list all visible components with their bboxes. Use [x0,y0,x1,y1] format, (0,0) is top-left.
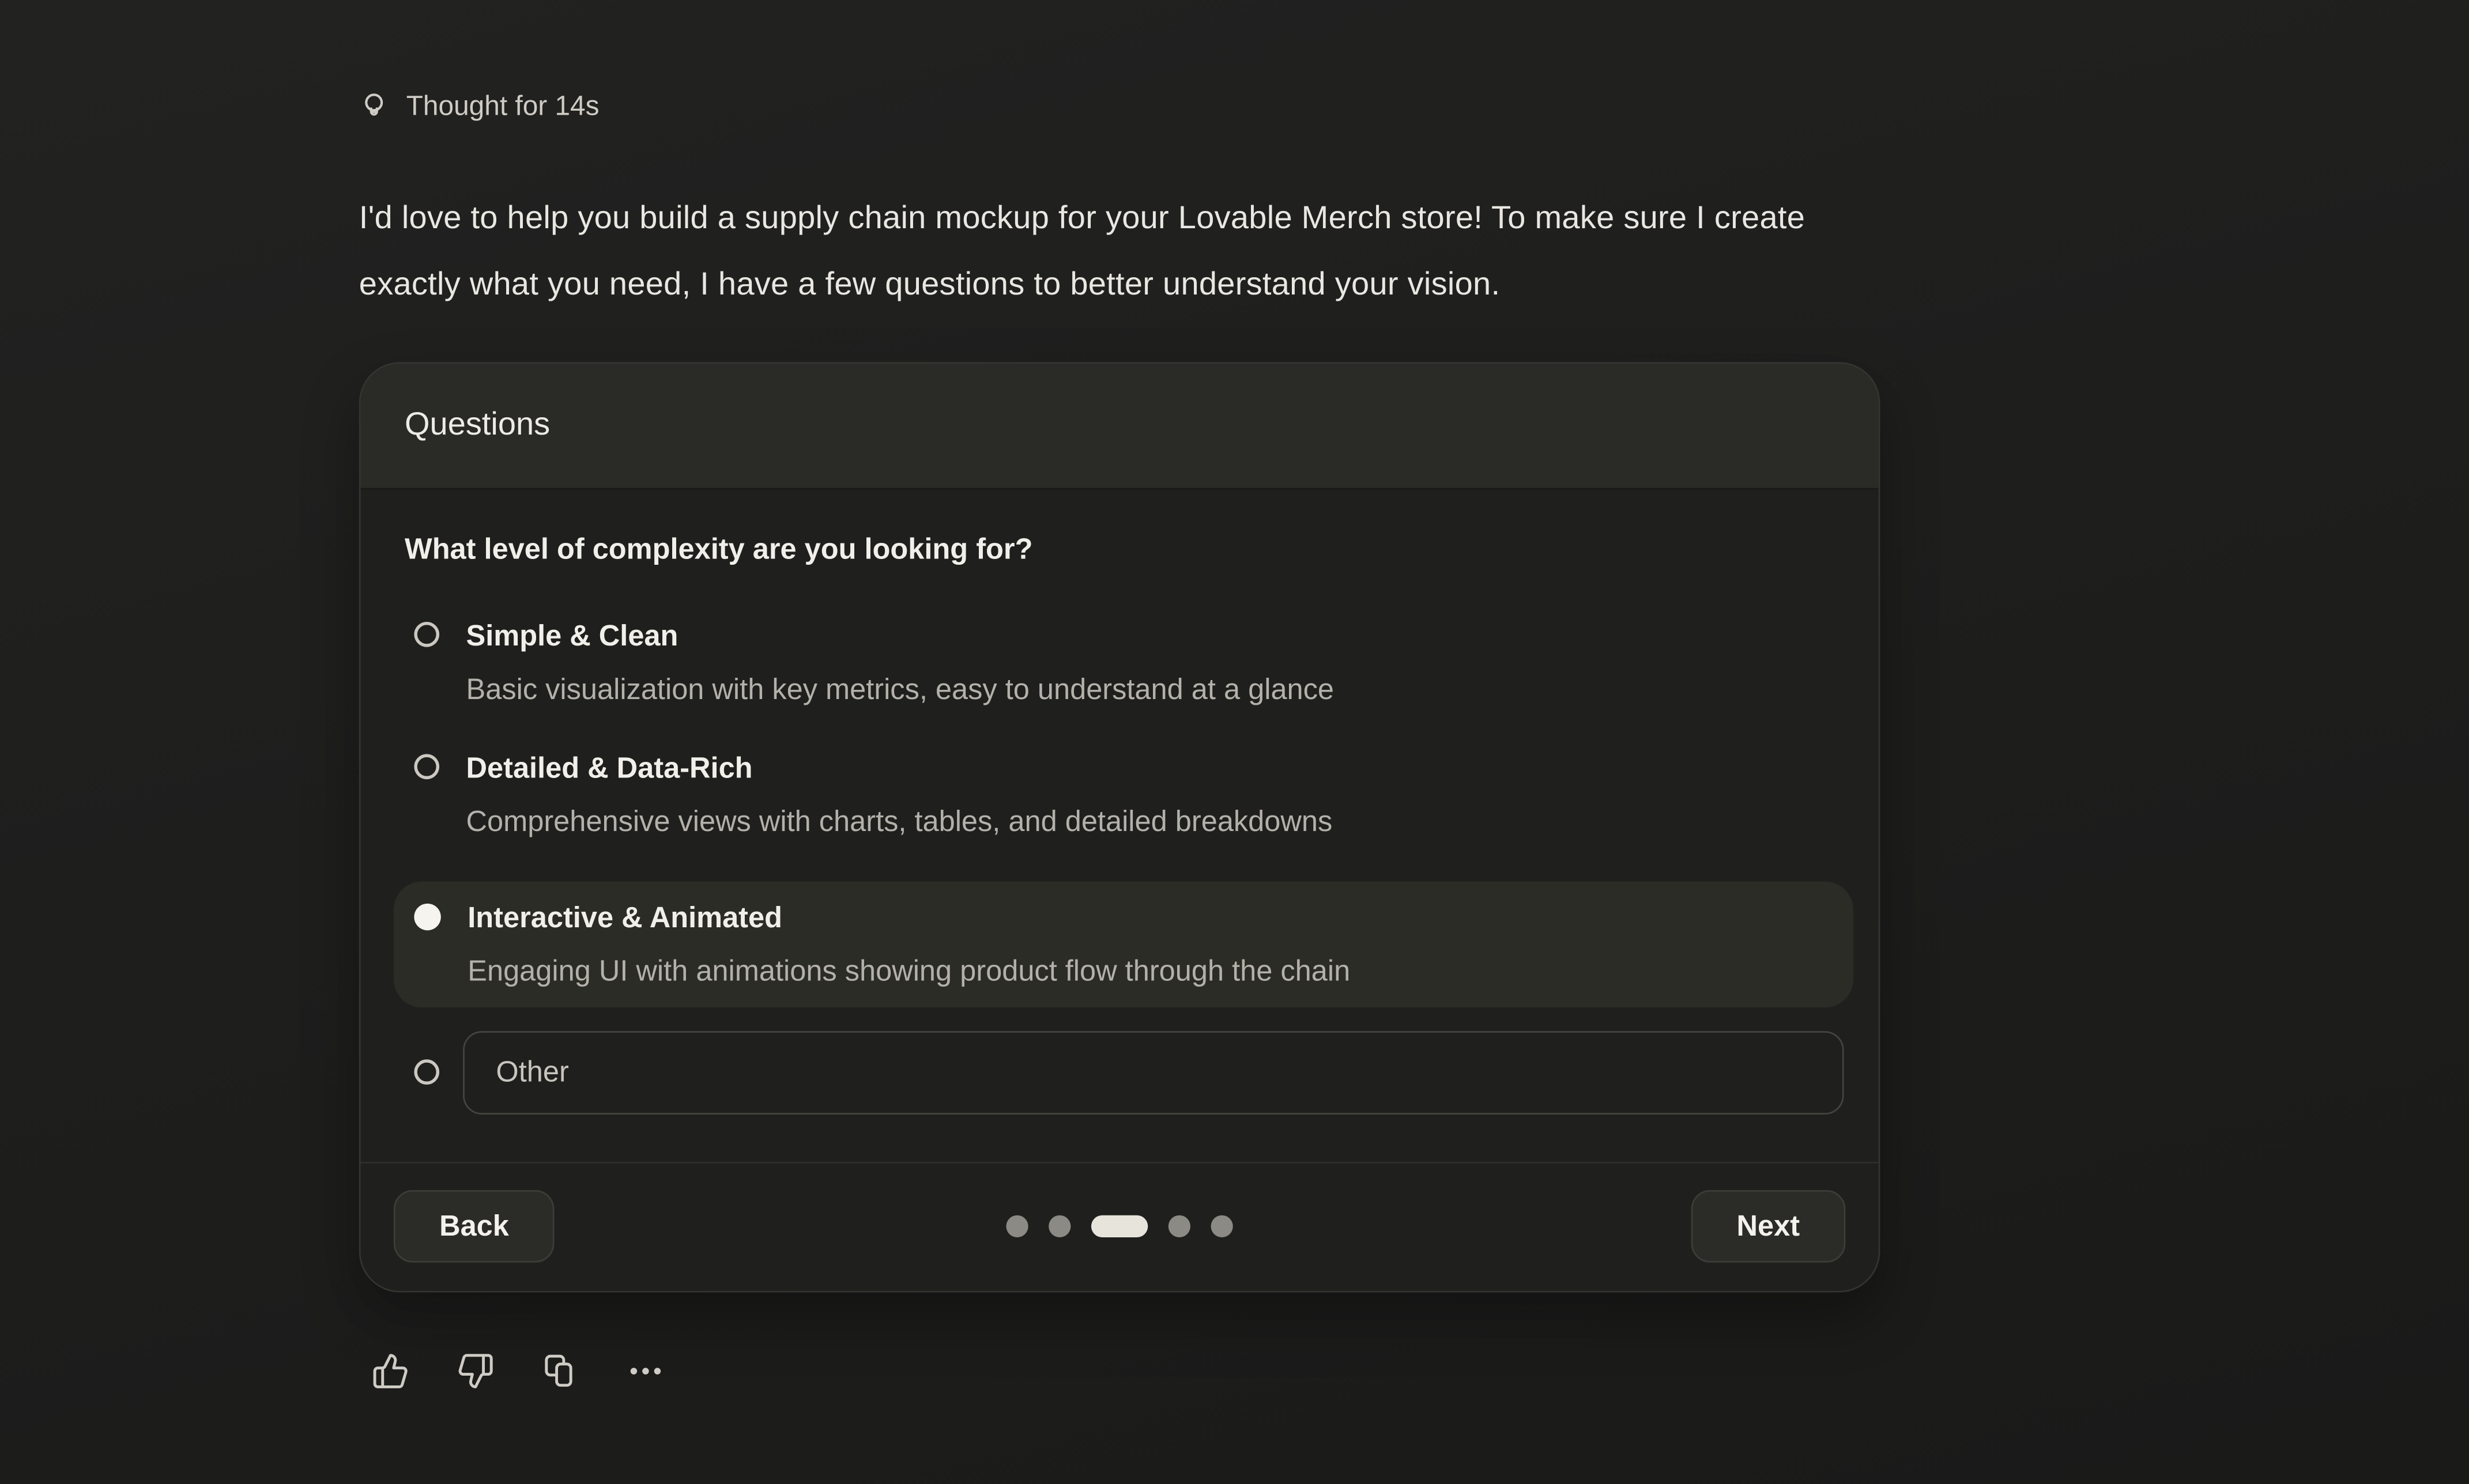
option-description: Comprehensive views with charts, tables,… [466,802,1333,840]
card-footer: Back Next [361,1161,1879,1290]
message-line: exactly what you need, I have a few ques… [359,251,2469,318]
back-button[interactable]: Back [394,1190,555,1263]
option-description: Engaging UI with animations showing prod… [468,951,1350,990]
radio-unselected-icon[interactable] [414,621,439,647]
pagination-dot [1006,1215,1028,1237]
thought-label: Thought for 14s [406,89,600,122]
radio-unselected-icon[interactable] [414,753,439,779]
question-text: What level of complexity are you looking… [405,531,1834,566]
pagination-dot [1049,1215,1070,1237]
option-detailed-data-rich[interactable]: Detailed & Data-Rich Comprehensive views… [405,749,1834,840]
more-options-icon[interactable] [627,1351,665,1389]
option-interactive-animated[interactable]: Interactive & Animated Engaging UI with … [394,881,1853,1007]
copy-icon[interactable] [542,1351,580,1389]
chat-canvas: Thought for 14s I'd love to help you bui… [0,0,2469,1484]
lightbulb-icon [359,89,389,122]
option-description: Basic visualization with key metrics, ea… [466,670,1335,708]
other-option-input[interactable] [463,1030,1844,1114]
option-title: Detailed & Data-Rich [466,749,1333,787]
card-title: Questions [405,406,550,444]
option-other[interactable] [405,1030,1834,1114]
thumbs-up-icon[interactable] [372,1351,410,1389]
radio-unselected-icon[interactable] [414,1059,439,1085]
thought-toggle[interactable]: Thought for 14s [359,86,600,124]
questions-card: Questions What level of complexity are y… [359,361,1880,1292]
message-actions [372,1351,2469,1389]
pagination-dots [1006,1215,1232,1237]
pagination-dot [1168,1215,1190,1237]
assistant-message: I'd love to help you build a supply chai… [359,185,2469,317]
message-line: I'd love to help you build a supply chai… [359,185,2469,251]
thumbs-down-icon[interactable] [457,1351,495,1389]
pagination-dot [1211,1215,1233,1237]
option-title: Simple & Clean [466,616,1335,654]
card-body: What level of complexity are you looking… [361,489,1879,1161]
assistant-turn: Thought for 14s I'd love to help you bui… [0,0,2469,1389]
next-button[interactable]: Next [1691,1190,1845,1263]
option-title: Interactive & Animated [468,898,1350,936]
pagination-active-dot [1091,1215,1148,1237]
card-header: Questions [361,363,1879,489]
option-simple-clean[interactable]: Simple & Clean Basic visualization with … [405,616,1834,707]
radio-selected-icon[interactable] [414,903,440,930]
